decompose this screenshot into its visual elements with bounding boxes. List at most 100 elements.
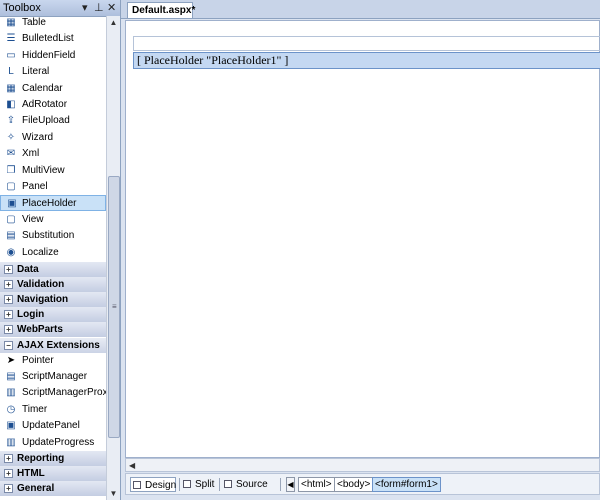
- placeholder-control[interactable]: [ PlaceHolder "PlaceHolder1" ]: [133, 52, 600, 69]
- toolbox-list: ▦ Table ☰ BulletedList ▭ HiddenField L Literal ▦…: [0, 16, 106, 500]
- toolbox-item-multiview[interactable]: ❐ MultiView: [0, 163, 106, 179]
- toolbox-item-label: Calendar: [22, 82, 63, 94]
- toolbox-item-label: MultiView: [22, 164, 65, 176]
- toolbox-item-wizard[interactable]: ✧ Wizard: [0, 130, 106, 146]
- divider: [219, 478, 220, 491]
- toolbox-item-label: PlaceHolder: [22, 198, 77, 210]
- toolbox-item-localize[interactable]: ◉ Localize: [0, 245, 106, 261]
- toolbox-item-updatepanel[interactable]: ▣ UpdatePanel: [0, 418, 106, 434]
- toolbox-item-placeholder[interactable]: ▣ PlaceHolder: [0, 195, 106, 212]
- editor-statusbar: Design Split Source ◀ <html> <body> <for…: [125, 473, 600, 495]
- scroll-down-arrow-icon[interactable]: ▼: [109, 489, 118, 498]
- expand-icon[interactable]: +: [4, 280, 13, 290]
- window-position-dropdown-icon[interactable]: ▾: [82, 1, 88, 14]
- script-manager-icon: ▤: [6, 371, 16, 382]
- toolbox-item-view[interactable]: ▢ View: [0, 212, 106, 228]
- divider: [280, 478, 281, 491]
- toolbox-item-fileupload[interactable]: ⇪ FileUpload: [0, 113, 106, 129]
- scrollbar-thumb[interactable]: ≡: [108, 176, 120, 438]
- toolbox-item-bulletedlist[interactable]: ☰ BulletedList: [0, 31, 106, 47]
- toolbox-item-label: View: [22, 213, 44, 225]
- hidden-field-icon: ▭: [6, 49, 16, 61]
- update-progress-icon: ▥: [6, 436, 16, 448]
- placeholder-icon: ▣: [7, 198, 17, 210]
- design-view-label: Design: [145, 480, 177, 491]
- toolbox-title: Toolbox: [3, 2, 41, 14]
- horizontal-scrollbar[interactable]: ◀: [125, 458, 600, 472]
- update-panel-icon: ▣: [6, 420, 16, 432]
- pin-icon[interactable]: ⊥: [94, 1, 104, 14]
- expand-icon[interactable]: +: [4, 469, 13, 479]
- expand-icon[interactable]: +: [4, 310, 13, 320]
- divider: [179, 478, 180, 491]
- toolbox-item-scriptmanagerproxy[interactable]: ▥ ScriptManagerProxy: [0, 385, 106, 401]
- toolbox-item-label: Pointer: [22, 354, 54, 366]
- breadcrumb-left-arrow-icon[interactable]: ◀: [286, 477, 295, 492]
- document-area: Default.aspx* [ PlaceHolder "PlaceHolder…: [121, 0, 600, 500]
- toolbox-item-table[interactable]: ▦ Table: [0, 16, 106, 31]
- toolbox-category[interactable]: − AJAX Extensions: [0, 337, 106, 354]
- toolbox-category-label: AJAX Extensions: [17, 339, 100, 351]
- toolbox-category[interactable]: + WebParts: [0, 322, 106, 339]
- pointer-icon: ➤: [6, 354, 16, 366]
- toolbox-item-panel[interactable]: ▢ Panel: [0, 179, 106, 195]
- design-surface[interactable]: [ PlaceHolder "PlaceHolder1" ]: [125, 20, 600, 458]
- toolbox-category-label: HTML: [17, 468, 45, 480]
- toolbox-item-calendar[interactable]: ▦ Calendar: [0, 81, 106, 97]
- breadcrumb-body[interactable]: <body>: [334, 477, 374, 492]
- toolbox-item-label: Wizard: [22, 131, 54, 143]
- breadcrumb-html[interactable]: <html>: [298, 477, 335, 492]
- toolbox-category-label: Validation: [17, 279, 65, 291]
- toolbox-category[interactable]: + Login: [0, 307, 106, 324]
- expand-icon[interactable]: +: [4, 454, 13, 463]
- toolbox-category-label: General: [17, 483, 55, 495]
- source-view-button[interactable]: Source: [222, 477, 268, 492]
- toolbox-category[interactable]: + Reporting: [0, 451, 106, 467]
- toolbox-item-label: Timer: [22, 403, 48, 415]
- expand-icon[interactable]: +: [4, 484, 13, 494]
- toolbox-item-literal[interactable]: L Literal: [0, 64, 106, 80]
- toolbox-scrollbar[interactable]: ▲ ≡ ▼: [106, 16, 120, 500]
- toolbox-item-label: Localize: [22, 246, 59, 258]
- tab-default-aspx[interactable]: Default.aspx*: [127, 2, 195, 18]
- document-tabbar: Default.aspx*: [121, 0, 600, 19]
- close-icon[interactable]: ✕: [107, 1, 116, 14]
- toolbox-titlebar: Toolbox ▾ ⊥ ✕: [0, 0, 120, 17]
- expand-icon[interactable]: +: [4, 295, 13, 305]
- toolbox-item-adrotator[interactable]: ◧ AdRotator: [0, 97, 106, 113]
- toolbox-item-scriptmanager[interactable]: ▤ ScriptManager: [0, 369, 106, 385]
- collapse-icon[interactable]: −: [4, 340, 13, 350]
- toolbox-item-pointer[interactable]: ➤ Pointer: [0, 353, 106, 369]
- source-view-icon: [224, 480, 232, 488]
- form-region[interactable]: [133, 36, 600, 51]
- localize-icon: ◉: [6, 246, 16, 258]
- toolbox-item-updateprogress[interactable]: ▥ UpdateProgress: [0, 435, 106, 451]
- multiview-icon: ❐: [6, 164, 16, 176]
- toolbox-category-label: WebParts: [17, 324, 63, 336]
- source-view-label: Source: [236, 479, 268, 490]
- split-view-label: Split: [195, 479, 215, 490]
- toolbox-item-label: UpdatePanel: [22, 420, 80, 432]
- toolbox-item-label: AdRotator: [22, 99, 68, 110]
- toolbox-category[interactable]: + Data: [0, 262, 106, 278]
- toolbox-panel: Toolbox ▾ ⊥ ✕ ▦ Table ☰ BulletedList ▭ Hidden…: [0, 0, 121, 500]
- expand-icon[interactable]: +: [4, 325, 13, 335]
- toolbox-category[interactable]: + General: [0, 481, 106, 498]
- breadcrumb-form[interactable]: <form#form1>: [372, 477, 441, 492]
- toolbox-item-label: Literal: [22, 66, 50, 78]
- scroll-up-arrow-icon[interactable]: ▲: [109, 18, 118, 27]
- script-manager-proxy-icon: ▥: [6, 387, 16, 399]
- split-view-button[interactable]: Split: [181, 477, 217, 492]
- design-view-button[interactable]: Design: [130, 477, 176, 492]
- panel-icon: ▢: [6, 181, 16, 192]
- toolbox-item-hiddenfield[interactable]: ▭ HiddenField: [0, 48, 106, 64]
- toolbox-item-xml[interactable]: ✉ Xml: [0, 146, 106, 162]
- scroll-left-arrow-icon[interactable]: ◀: [129, 461, 135, 470]
- file-upload-icon: ⇪: [6, 115, 16, 127]
- toolbox-category[interactable]: + Validation: [0, 277, 106, 294]
- toolbox-category[interactable]: + HTML: [0, 466, 106, 483]
- expand-icon[interactable]: +: [4, 265, 13, 274]
- toolbox-item-timer[interactable]: ◷ Timer: [0, 402, 106, 418]
- toolbox-category[interactable]: + Navigation: [0, 292, 106, 309]
- toolbox-item-substitution[interactable]: ▤ Substitution: [0, 228, 106, 244]
